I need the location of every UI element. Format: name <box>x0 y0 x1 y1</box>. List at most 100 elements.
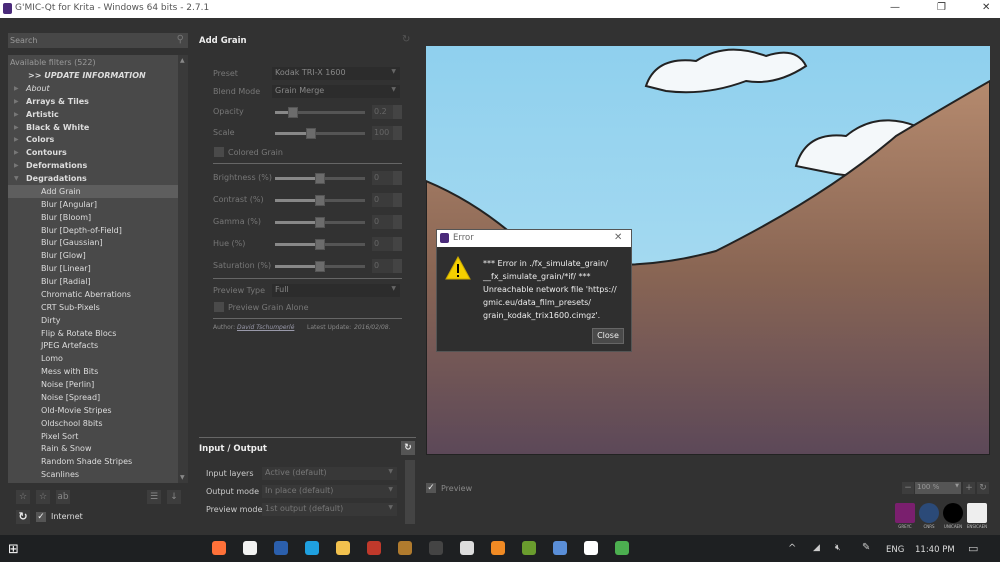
inkscape-taskbar-icon[interactable] <box>429 541 443 555</box>
collapsed-icon[interactable]: ▶ <box>14 121 19 134</box>
volume-muted-icon[interactable]: 🔇︎ <box>835 543 841 553</box>
spin-arrows-icon[interactable] <box>393 193 402 207</box>
maximize-button[interactable]: ❐ <box>937 2 946 13</box>
blend-mode-select[interactable]: Grain Merge ▼ <box>272 85 400 98</box>
network-icon[interactable]: ◢ <box>813 543 820 553</box>
preview-mode-select[interactable]: 1st output (default) ▼ <box>262 503 397 516</box>
input-layers-select[interactable]: Active (default) ▼ <box>262 467 397 480</box>
filter-item[interactable]: ▶ Arrays & Tiles <box>8 95 178 108</box>
filter-item[interactable]: ▶ Deformations <box>8 159 178 172</box>
filter-item[interactable]: Blur [Radial] <box>8 275 178 288</box>
chevron-up-icon[interactable]: ^ <box>788 543 796 554</box>
opacity-spinbox[interactable]: 0.2 <box>372 105 402 119</box>
collapsed-icon[interactable]: ▶ <box>14 146 19 159</box>
slider-handle[interactable] <box>315 195 325 206</box>
close-button[interactable]: Close <box>592 328 624 344</box>
filter-item[interactable]: ▶ Black & White <box>8 121 178 134</box>
scroll-down-icon[interactable]: ▼ <box>180 474 185 481</box>
filter-item[interactable]: ▶ Colors <box>8 133 178 146</box>
presenter-taskbar-icon[interactable] <box>367 541 381 555</box>
toggle-visibility-button[interactable]: ☰ <box>147 490 161 504</box>
collapsed-icon[interactable]: ▶ <box>14 82 19 95</box>
spin-arrows-icon[interactable] <box>393 126 402 140</box>
filter-item[interactable]: Add Grain <box>8 184 178 198</box>
slider-handle[interactable] <box>288 107 298 118</box>
rename-favorite-button[interactable]: ab <box>56 490 70 504</box>
filter-item[interactable]: ▶ About <box>8 82 178 95</box>
close-window-button[interactable]: ✕ <box>982 2 990 13</box>
filter-item[interactable]: Blur [Angular] <box>8 198 178 211</box>
gamma-spinbox[interactable]: 0 <box>372 215 402 229</box>
brightness-slider[interactable] <box>275 173 365 184</box>
app-taskbar-icon[interactable] <box>522 541 536 555</box>
spin-arrows-icon[interactable] <box>393 237 402 251</box>
collapsed-icon[interactable]: ▶ <box>14 133 19 146</box>
hue-slider[interactable] <box>275 239 365 250</box>
cnrs-logo[interactable] <box>919 503 939 523</box>
writer-taskbar-icon[interactable] <box>274 541 288 555</box>
search-input[interactable]: Search ⚲ <box>8 33 188 48</box>
io-reset-button[interactable]: ↻ <box>401 441 415 455</box>
filter-item[interactable]: Mess with Bits <box>8 365 178 378</box>
filter-item[interactable]: Rain & Snow <box>8 442 178 455</box>
io-scrollbar[interactable] <box>405 460 415 524</box>
opacity-slider[interactable] <box>275 107 365 118</box>
expanded-icon[interactable]: ▼ <box>14 172 19 185</box>
scale-spinbox[interactable]: 100 <box>372 126 402 140</box>
preset-select[interactable]: Kodak TRI-X 1600 ▼ <box>272 67 400 80</box>
filter-item[interactable]: CRT Sub-Pixels <box>8 301 178 314</box>
saturation-slider[interactable] <box>275 261 365 272</box>
language-indicator[interactable]: ENG <box>886 545 904 555</box>
output-mode-select[interactable]: In place (default) ▼ <box>262 485 397 498</box>
zoom-in-button[interactable]: + <box>963 482 975 494</box>
file-explorer-taskbar-icon[interactable] <box>336 541 350 555</box>
pen-icon[interactable]: ✎ <box>862 542 870 553</box>
filter-item[interactable]: Oldschool 8bits <box>8 417 178 430</box>
gamma-slider[interactable] <box>275 217 365 228</box>
slider-handle[interactable] <box>315 239 325 250</box>
filter-item[interactable]: ▶ Artistic <box>8 108 178 121</box>
filter-item[interactable]: Flip & Rotate Blocs <box>8 327 178 340</box>
contrast-spinbox[interactable]: 0 <box>372 193 402 207</box>
filter-item[interactable]: Old-Movie Stripes <box>8 404 178 417</box>
slider-handle[interactable] <box>306 128 316 139</box>
download-button[interactable]: ↓ <box>167 490 181 504</box>
paint-taskbar-icon[interactable] <box>460 541 474 555</box>
io-splitter[interactable] <box>199 437 416 438</box>
filter-item[interactable]: Blur [Linear] <box>8 262 178 275</box>
filter-item[interactable]: Chromatic Aberrations <box>8 288 178 301</box>
close-dialog-icon[interactable]: ✕ <box>614 232 622 243</box>
filter-item[interactable]: Noise [Spread] <box>8 391 178 404</box>
zoom-reset-button[interactable]: ↻ <box>977 482 989 494</box>
filter-item[interactable]: JPEG Artefacts <box>8 339 178 352</box>
filter-item[interactable]: Blur [Gaussian] <box>8 236 178 249</box>
add-favorite-button[interactable]: ☆ <box>16 490 30 504</box>
collapsed-icon[interactable]: ▶ <box>14 108 19 121</box>
filter-item[interactable]: Blur [Glow] <box>8 249 178 262</box>
firefox-taskbar-icon[interactable] <box>212 541 226 555</box>
greyc-logo[interactable] <box>895 503 915 523</box>
clock[interactable]: 11:40 PM <box>915 545 955 555</box>
slider-handle[interactable] <box>315 217 325 228</box>
collapsed-icon[interactable]: ▶ <box>14 159 19 172</box>
refresh-filters-button[interactable]: ↻ <box>16 510 30 524</box>
filter-item[interactable]: Dirty <box>8 314 178 327</box>
filter-item[interactable]: Lomo <box>8 352 178 365</box>
spin-arrows-icon[interactable] <box>393 105 402 119</box>
app-taskbar-icon[interactable] <box>615 541 629 555</box>
slider-handle[interactable] <box>315 173 325 184</box>
preview-grain-alone-checkbox[interactable] <box>214 302 224 312</box>
windows-start-icon[interactable]: ⊞ <box>8 542 19 557</box>
filter-item[interactable]: Scanlines <box>8 468 178 481</box>
zoom-select[interactable]: 100 % ▼ <box>915 482 961 494</box>
spin-arrows-icon[interactable] <box>393 259 402 273</box>
edge-taskbar-icon[interactable] <box>305 541 319 555</box>
notifications-icon[interactable]: ▭ <box>968 542 978 555</box>
filter-item[interactable]: Random Shade Stripes <box>8 455 178 468</box>
store-taskbar-icon[interactable] <box>243 541 257 555</box>
filter-item[interactable]: Noise [Perlin] <box>8 378 178 391</box>
filter-item[interactable]: Pixel Sort <box>8 430 178 443</box>
ensicaen-logo[interactable] <box>967 503 987 523</box>
unicaen-logo[interactable] <box>943 503 963 523</box>
filter-list-scrollbar[interactable]: ▲ ▼ <box>178 55 188 483</box>
